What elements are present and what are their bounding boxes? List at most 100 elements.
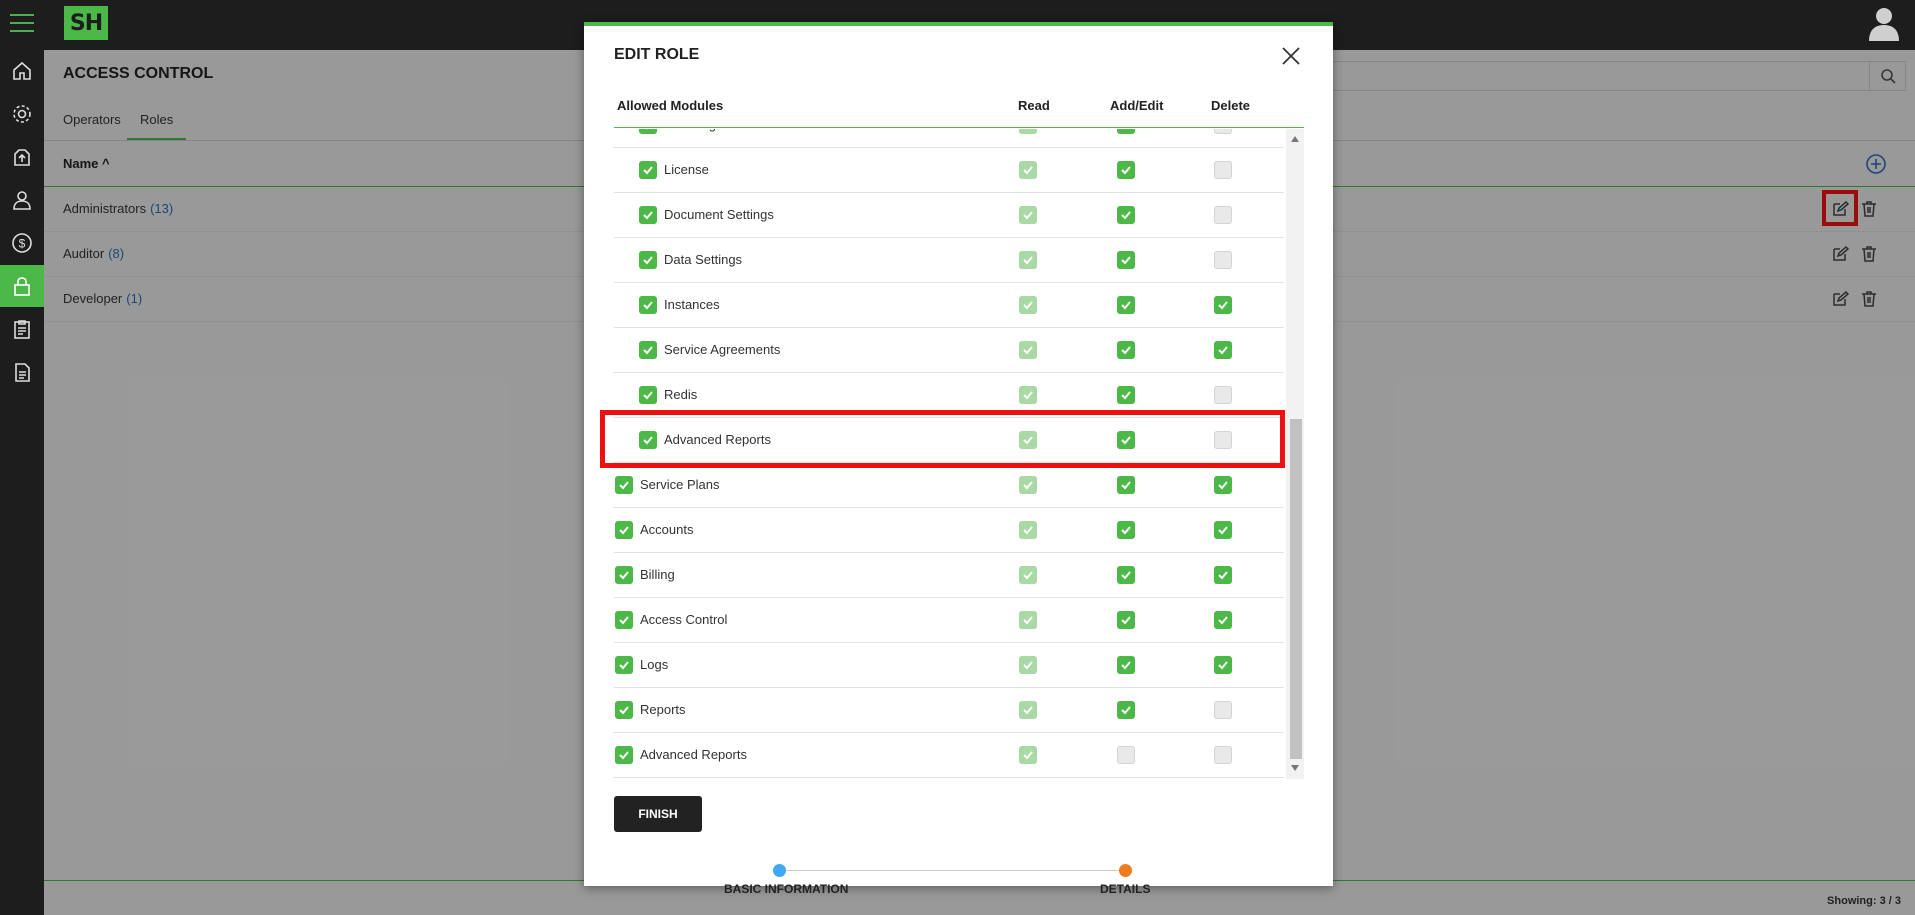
header-add-edit: Add/Edit [1110, 98, 1164, 113]
delete-checkbox[interactable] [1214, 566, 1232, 584]
add-edit-checkbox[interactable] [1117, 746, 1135, 764]
module-label: License [664, 162, 709, 177]
read-checkbox[interactable] [1019, 251, 1037, 269]
logo: SH [64, 6, 108, 40]
delete-checkbox[interactable] [1214, 611, 1232, 629]
modal-title: EDIT ROLE [614, 46, 700, 63]
read-checkbox[interactable] [1019, 129, 1037, 134]
add-edit-checkbox[interactable] [1117, 251, 1135, 269]
module-checkbox[interactable] [639, 206, 657, 224]
user-avatar-icon[interactable] [1867, 5, 1901, 41]
delete-checkbox[interactable] [1214, 251, 1232, 269]
read-checkbox[interactable] [1019, 611, 1037, 629]
module-checkbox[interactable] [639, 129, 657, 134]
step-label-basic-information[interactable]: BASIC INFORMATION [724, 882, 848, 896]
delete-checkbox[interactable] [1214, 386, 1232, 404]
step-dot-basic-information[interactable] [773, 864, 786, 877]
module-checkbox[interactable] [615, 611, 633, 629]
step-dot-details[interactable] [1119, 864, 1132, 877]
add-edit-checkbox[interactable] [1117, 476, 1135, 494]
add-edit-checkbox[interactable] [1117, 161, 1135, 179]
read-checkbox[interactable] [1019, 161, 1037, 179]
operator-icon[interactable] [0, 179, 44, 221]
module-label: Accounts [640, 522, 694, 537]
module-row[interactable]: Document Settings [614, 193, 1284, 238]
delete-checkbox[interactable] [1214, 129, 1232, 134]
read-checkbox[interactable] [1019, 476, 1037, 494]
add-edit-checkbox[interactable] [1117, 129, 1135, 134]
finish-button[interactable]: FINISH [614, 796, 702, 832]
module-checkbox[interactable] [615, 746, 633, 764]
module-row[interactable]: Branding [614, 129, 1284, 148]
add-edit-checkbox[interactable] [1117, 701, 1135, 719]
module-row[interactable]: Accounts [614, 508, 1284, 553]
document-icon[interactable] [0, 351, 44, 393]
add-edit-checkbox[interactable] [1117, 296, 1135, 314]
home-icon[interactable] [0, 50, 44, 92]
read-checkbox[interactable] [1019, 206, 1037, 224]
module-label: Billing [640, 567, 675, 582]
delete-checkbox[interactable] [1214, 206, 1232, 224]
gear-icon[interactable] [0, 93, 44, 135]
read-checkbox[interactable] [1019, 386, 1037, 404]
delete-checkbox[interactable] [1214, 701, 1232, 719]
read-checkbox[interactable] [1019, 566, 1037, 584]
dollar-icon[interactable]: $ [0, 222, 44, 264]
delete-checkbox[interactable] [1214, 656, 1232, 674]
module-row[interactable]: Billing [614, 553, 1284, 598]
add-edit-checkbox[interactable] [1117, 341, 1135, 359]
modal-scrollbar[interactable] [1286, 129, 1304, 779]
svg-text:$: $ [19, 237, 26, 251]
read-checkbox[interactable] [1019, 701, 1037, 719]
module-checkbox[interactable] [639, 296, 657, 314]
add-edit-checkbox[interactable] [1117, 656, 1135, 674]
lock-icon[interactable] [0, 265, 44, 307]
module-row[interactable]: Data Settings [614, 238, 1284, 283]
module-checkbox[interactable] [639, 161, 657, 179]
add-edit-checkbox[interactable] [1117, 386, 1135, 404]
module-checkbox[interactable] [639, 341, 657, 359]
module-label: Redis [664, 387, 698, 402]
module-row[interactable]: Reports [614, 688, 1284, 733]
step-label-details[interactable]: DETAILS [1100, 882, 1150, 896]
scroll-thumb[interactable] [1290, 419, 1302, 759]
read-checkbox[interactable] [1019, 341, 1037, 359]
scroll-up-icon[interactable] [1291, 136, 1299, 142]
add-edit-checkbox[interactable] [1117, 566, 1135, 584]
add-edit-checkbox[interactable] [1117, 611, 1135, 629]
read-checkbox[interactable] [1019, 746, 1037, 764]
add-edit-checkbox[interactable] [1117, 521, 1135, 539]
read-checkbox[interactable] [1019, 521, 1037, 539]
module-label: Document Settings [664, 207, 774, 222]
module-checkbox[interactable] [615, 566, 633, 584]
delete-checkbox[interactable] [1214, 341, 1232, 359]
module-checkbox[interactable] [615, 476, 633, 494]
module-row[interactable]: Advanced Reports [614, 733, 1284, 778]
module-checkbox[interactable] [639, 386, 657, 404]
highlight-box [600, 410, 1285, 468]
scroll-down-icon[interactable] [1291, 765, 1299, 771]
close-icon[interactable] [1279, 44, 1303, 68]
upload-icon[interactable] [0, 136, 44, 178]
module-row[interactable]: Service Plans [614, 463, 1284, 508]
add-edit-checkbox[interactable] [1117, 206, 1135, 224]
module-row[interactable]: License [614, 148, 1284, 193]
module-checkbox[interactable] [639, 251, 657, 269]
module-row[interactable]: Access Control [614, 598, 1284, 643]
delete-checkbox[interactable] [1214, 161, 1232, 179]
module-checkbox[interactable] [615, 521, 633, 539]
delete-checkbox[interactable] [1214, 746, 1232, 764]
read-checkbox[interactable] [1019, 656, 1037, 674]
clipboard-icon[interactable] [0, 308, 44, 350]
stepper: BASIC INFORMATION DETAILS [614, 846, 1304, 896]
delete-checkbox[interactable] [1214, 521, 1232, 539]
read-checkbox[interactable] [1019, 296, 1037, 314]
module-checkbox[interactable] [615, 701, 633, 719]
module-row[interactable]: Logs [614, 643, 1284, 688]
delete-checkbox[interactable] [1214, 296, 1232, 314]
module-row[interactable]: Service Agreements [614, 328, 1284, 373]
module-checkbox[interactable] [615, 656, 633, 674]
delete-checkbox[interactable] [1214, 476, 1232, 494]
menu-icon[interactable] [10, 14, 34, 34]
module-row[interactable]: Instances [614, 283, 1284, 328]
